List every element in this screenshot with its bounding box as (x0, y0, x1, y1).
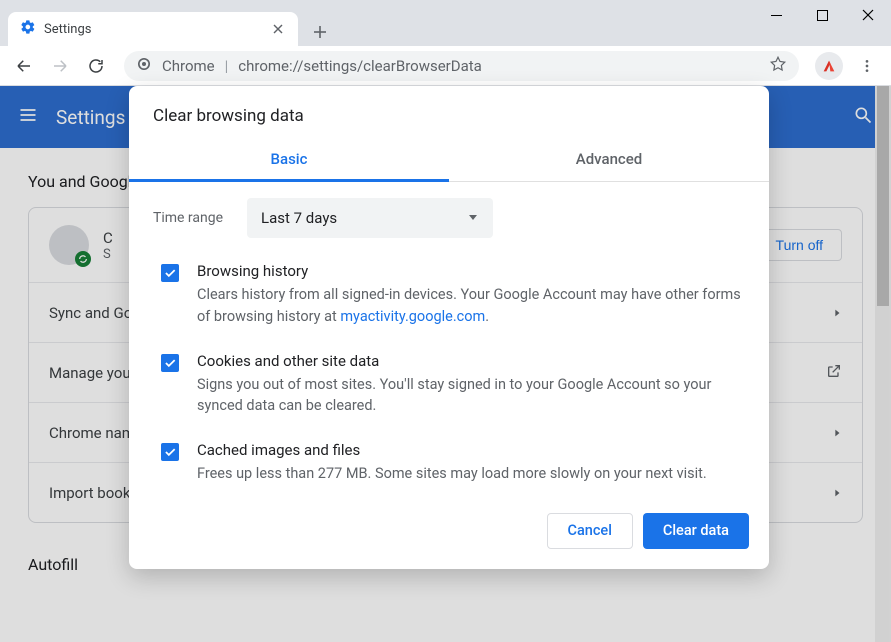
gear-icon (20, 19, 36, 39)
dialog-tabs: Basic Advanced (129, 138, 769, 182)
dialog-title: Clear browsing data (129, 86, 769, 138)
profile-avatar[interactable] (815, 52, 843, 80)
site-info-icon[interactable] (136, 56, 152, 76)
option-cookies[interactable]: Cookies and other site data Signs you ou… (153, 342, 745, 432)
forward-button[interactable] (44, 50, 76, 82)
tab-advanced[interactable]: Advanced (449, 138, 769, 181)
close-window-button[interactable] (845, 0, 891, 30)
time-range-value: Last 7 days (261, 209, 337, 227)
history-title: Browsing history (197, 262, 745, 280)
option-cache[interactable]: Cached images and files Frees up less th… (153, 431, 745, 499)
new-tab-button[interactable] (306, 18, 334, 46)
clear-browsing-data-dialog: Clear browsing data Basic Advanced Time … (129, 86, 769, 569)
tab-title: Settings (44, 22, 262, 37)
clear-data-button[interactable]: Clear data (643, 513, 749, 549)
tab-basic[interactable]: Basic (129, 138, 449, 181)
time-range-label: Time range (153, 210, 223, 226)
dialog-body: Time range Last 7 days Browsing history … (129, 182, 769, 507)
minimize-button[interactable] (753, 0, 799, 30)
address-bar[interactable]: Chrome | chrome://settings/clearBrowserD… (124, 51, 799, 81)
cache-desc: Frees up less than 277 MB. Some sites ma… (197, 463, 745, 485)
chevron-down-icon (467, 209, 479, 227)
checkbox-history[interactable] (161, 264, 179, 282)
window-controls (753, 0, 891, 30)
cache-title: Cached images and files (197, 441, 745, 459)
browser-menu-button[interactable] (851, 50, 883, 82)
history-desc: Clears history from all signed-in device… (197, 284, 745, 328)
cookies-title: Cookies and other site data (197, 352, 745, 370)
cancel-button[interactable]: Cancel (547, 513, 633, 549)
checkbox-cache[interactable] (161, 443, 179, 461)
browser-toolbar: Chrome | chrome://settings/clearBrowserD… (0, 46, 891, 86)
reload-button[interactable] (80, 50, 112, 82)
checkbox-cookies[interactable] (161, 354, 179, 372)
dialog-actions: Cancel Clear data (129, 507, 769, 553)
myactivity-link[interactable]: myactivity.google.com (340, 308, 485, 325)
cookies-desc: Signs you out of most sites. You'll stay… (197, 374, 745, 418)
maximize-button[interactable] (799, 0, 845, 30)
option-browsing-history[interactable]: Browsing history Clears history from all… (153, 252, 745, 342)
browser-tab-settings[interactable]: Settings (8, 12, 298, 46)
close-tab-icon[interactable] (270, 21, 286, 37)
url-divider: | (225, 57, 229, 75)
url-path: chrome://settings/clearBrowserData (238, 57, 759, 75)
back-button[interactable] (8, 50, 40, 82)
time-range-select[interactable]: Last 7 days (247, 198, 493, 238)
url-product: Chrome (162, 57, 215, 75)
bookmark-star-icon[interactable] (769, 55, 787, 77)
